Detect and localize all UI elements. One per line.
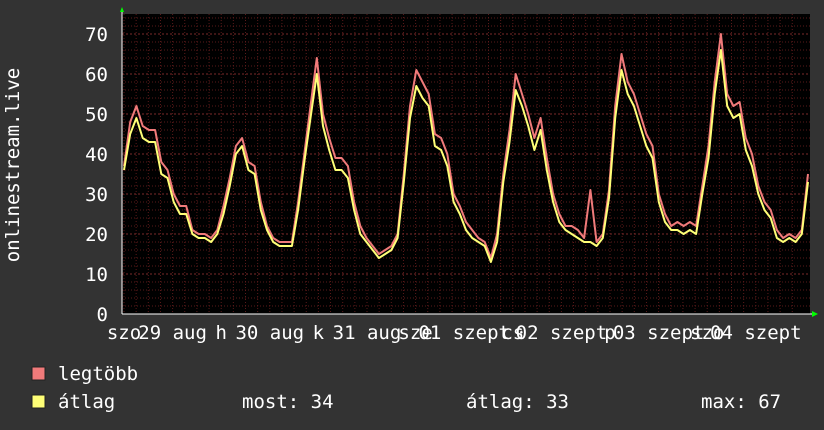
x-tick-label: 04 szept bbox=[710, 322, 802, 344]
x-axis-arrow-icon bbox=[812, 311, 818, 317]
x-tick-label: szo bbox=[107, 322, 141, 344]
x-tick-label: h bbox=[215, 322, 226, 344]
x-tick-label: 02 szept bbox=[516, 322, 608, 344]
x-tick-label: 01 szept bbox=[418, 322, 510, 344]
x-tick-label: 29 aug bbox=[138, 322, 207, 344]
stat-max: max: 67 bbox=[701, 391, 781, 413]
x-tick-label: k bbox=[313, 322, 325, 344]
legend-label-avg: átlag bbox=[58, 391, 115, 413]
y-tick-label: 30 bbox=[85, 184, 108, 206]
legend-swatch-avg bbox=[31, 394, 46, 409]
stat-average: átlag: 33 bbox=[466, 391, 569, 413]
y-tick-label: 40 bbox=[85, 144, 108, 166]
y-tick-label: 20 bbox=[85, 224, 108, 246]
stats: most: 34 átlag: 33 max: 67 bbox=[242, 391, 781, 413]
y-tick-label: 50 bbox=[85, 104, 108, 126]
y-axis-arrow-icon bbox=[120, 7, 124, 12]
legend-swatch-max bbox=[31, 366, 46, 381]
y-tick-label: 70 bbox=[85, 24, 108, 46]
y-axis-label: onlinestream.live bbox=[2, 68, 24, 262]
x-tick-label: 30 aug bbox=[235, 322, 304, 344]
x-tick-labels: szo29 aug h 30 aug k 31 augsze01 szeptcs02 s… bbox=[107, 322, 802, 344]
stat-current: most: 34 bbox=[242, 391, 334, 413]
y-tick-labels: 010203040506070 bbox=[85, 24, 108, 326]
line-chart: 010203040506070 szo29 aug h 30 aug k 31 augs… bbox=[2, 7, 818, 413]
legend: legtöbb átlag bbox=[31, 363, 138, 413]
y-tick-label: 10 bbox=[85, 264, 108, 286]
y-tick-label: 60 bbox=[85, 64, 108, 86]
legend-label-max: legtöbb bbox=[58, 363, 138, 385]
x-tick-label: 31 aug bbox=[333, 322, 402, 344]
